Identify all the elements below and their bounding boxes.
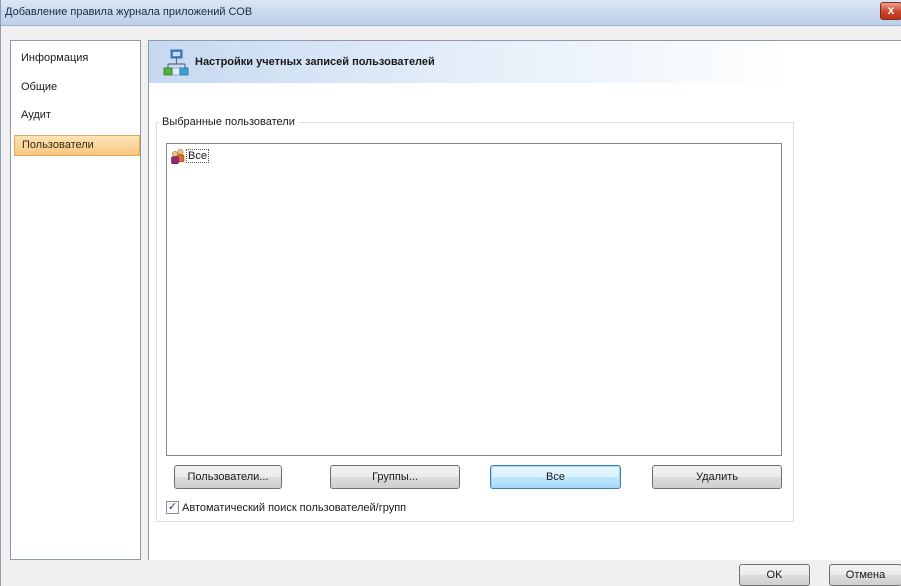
page-title: Настройки учетных записей пользователей — [195, 56, 435, 68]
groups-button-label: Группы... — [372, 471, 418, 483]
all-button-label: Все — [546, 471, 565, 483]
page-header: Настройки учетных записей пользователей — [149, 41, 901, 83]
sidebar-item-information[interactable]: Информация — [14, 48, 140, 69]
ok-button[interactable]: OK — [739, 564, 810, 586]
selected-users-label: Выбранные пользователи — [159, 116, 298, 128]
sidebar-item-general[interactable]: Общие — [14, 77, 140, 98]
close-button[interactable]: x — [880, 2, 901, 20]
users-button-label: Пользователи... — [187, 471, 269, 483]
content-panel: Настройки учетных записей пользователей … — [148, 40, 901, 560]
users-button[interactable]: Пользователи... — [174, 465, 282, 489]
sidebar-item-label: Пользователи — [22, 139, 94, 151]
selected-users-group: Выбранные пользователи Все Пользователи.… — [156, 116, 794, 522]
delete-button-label: Удалить — [696, 471, 738, 483]
auto-search-checkbox[interactable]: ✓ — [166, 501, 179, 514]
selected-users-list[interactable]: Все — [166, 143, 782, 456]
title-bar[interactable]: Добавление правила журнала приложений СО… — [1, 0, 901, 26]
sidebar-item-audit[interactable]: Аудит — [14, 105, 140, 126]
list-item[interactable]: Все — [170, 148, 209, 164]
auto-search-option[interactable]: ✓ Автоматический поиск пользователей/гру… — [166, 501, 406, 514]
dialog-footer: OK Отмена — [1, 560, 901, 586]
sidebar-item-label: Информация — [21, 52, 89, 64]
groups-button[interactable]: Группы... — [330, 465, 460, 489]
dialog-window: Добавление правила журнала приложений СО… — [0, 0, 901, 586]
sidebar-item-users[interactable]: Пользователи — [14, 135, 140, 156]
users-group-icon — [171, 149, 185, 164]
auto-search-label: Автоматический поиск пользователей/групп — [182, 501, 407, 514]
sidebar: Информация Общие Аудит Пользователи — [10, 40, 141, 560]
all-button[interactable]: Все — [490, 465, 621, 489]
window-title: Добавление правила журнала приложений СО… — [5, 6, 253, 18]
cancel-button[interactable]: Отмена — [829, 564, 901, 586]
delete-button[interactable]: Удалить — [652, 465, 782, 489]
list-item-label: Все — [186, 149, 209, 163]
user-accounts-network-icon — [163, 49, 189, 76]
close-icon: x — [887, 3, 895, 17]
ok-button-label: OK — [766, 569, 783, 581]
cancel-button-label: Отмена — [845, 569, 886, 581]
sidebar-item-label: Общие — [21, 81, 58, 93]
sidebar-item-label: Аудит — [21, 109, 51, 121]
